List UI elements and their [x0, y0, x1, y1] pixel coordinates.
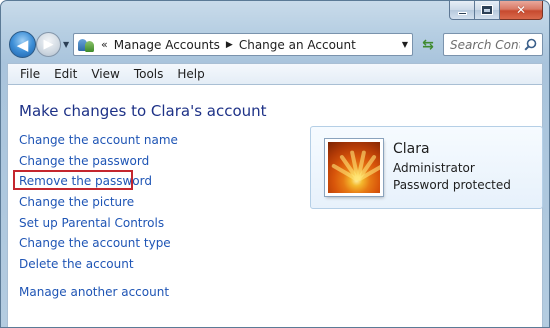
- parental-controls-link[interactable]: Set up Parental Controls: [19, 216, 178, 237]
- forward-button[interactable]: ▶: [36, 32, 61, 57]
- remove-password-link[interactable]: Remove the password: [13, 170, 178, 195]
- forward-arrow-icon: ▶: [43, 37, 54, 52]
- menu-edit[interactable]: Edit: [47, 67, 84, 81]
- refresh-button[interactable]: ⇆: [416, 33, 440, 56]
- menu-view[interactable]: View: [84, 67, 126, 81]
- back-arrow-icon: ◀: [16, 35, 29, 54]
- content-pane: Make changes to Clara's account Change t…: [7, 84, 543, 327]
- address-bar[interactable]: « Manage Accounts ▶ Change an Account ▼: [73, 33, 413, 56]
- recent-pages-dropdown-icon[interactable]: ▼: [63, 40, 69, 49]
- navigation-bar: ◀ ▶ ▼ « Manage Accounts ▶ Change an Acco…: [7, 31, 543, 59]
- account-card: Clara Administrator Password protected: [310, 126, 543, 209]
- breadcrumb-manage-accounts[interactable]: Manage Accounts: [114, 38, 220, 52]
- flower-account-picture: [325, 139, 383, 196]
- manage-another-account-link[interactable]: Manage another account: [19, 285, 178, 306]
- task-list: Change the account name Change the passw…: [13, 133, 178, 306]
- maximize-icon: [481, 5, 493, 15]
- search-box[interactable]: [443, 33, 543, 56]
- delete-account-link[interactable]: Delete the account: [19, 257, 178, 278]
- change-account-name-link[interactable]: Change the account name: [19, 133, 178, 154]
- page-title: Make changes to Clara's account: [19, 102, 267, 120]
- breadcrumb-change-account[interactable]: Change an Account: [239, 38, 356, 52]
- control-panel-window: ✕ ◀ ▶ ▼ « Manage Accounts ▶ Change an Ac…: [0, 0, 550, 328]
- refresh-icon: ⇆: [422, 36, 434, 53]
- address-dropdown-icon[interactable]: ▼: [402, 40, 408, 49]
- maximize-button[interactable]: [475, 1, 500, 20]
- change-picture-link[interactable]: Change the picture: [19, 195, 178, 216]
- close-icon: ✕: [515, 3, 527, 17]
- highlight-box: [13, 170, 133, 191]
- search-input[interactable]: [450, 37, 520, 52]
- account-type: Administrator: [393, 161, 475, 175]
- minimize-button[interactable]: [449, 1, 475, 20]
- caption-buttons: ✕: [449, 1, 543, 20]
- close-button[interactable]: ✕: [500, 1, 543, 20]
- breadcrumb-overflow-icon[interactable]: «: [101, 38, 108, 51]
- account-name: Clara: [393, 141, 430, 157]
- breadcrumb-separator-icon[interactable]: ▶: [226, 40, 233, 50]
- menu-help[interactable]: Help: [170, 67, 211, 81]
- back-button[interactable]: ◀: [9, 31, 36, 58]
- menu-file[interactable]: File: [13, 67, 47, 81]
- menu-bar: File Edit View Tools Help: [7, 63, 543, 84]
- menu-tools[interactable]: Tools: [127, 67, 171, 81]
- change-account-type-link[interactable]: Change the account type: [19, 236, 178, 257]
- user-accounts-icon: [77, 37, 95, 53]
- search-icon[interactable]: [524, 38, 537, 51]
- password-status: Password protected: [393, 178, 511, 192]
- minimize-icon: [457, 12, 467, 15]
